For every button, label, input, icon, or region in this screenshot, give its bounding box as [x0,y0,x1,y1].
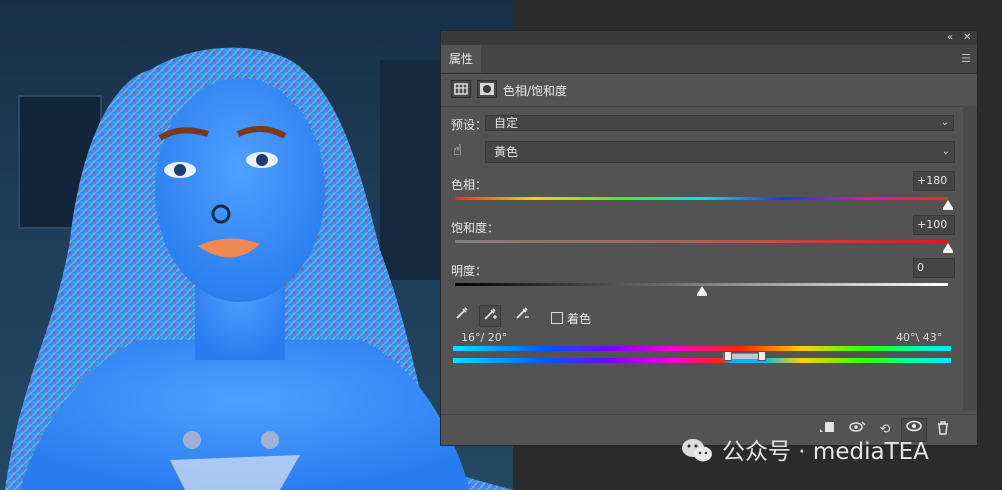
photo-canvas [0,0,513,490]
eyedropper-subtract-icon[interactable] [511,305,533,327]
photo-subject-woman [5,47,513,490]
output-color-bar [453,358,951,363]
eyedropper-add-icon[interactable] [479,305,501,327]
hue-label: 色相： [451,178,488,192]
saturation-label: 饱和度： [451,221,500,235]
panel-menu-icon[interactable]: ☰ [961,52,973,65]
lightness-slider-thumb[interactable] [696,286,707,296]
range-right-readout: 40°\ 43° [896,331,943,344]
saturation-value-input[interactable]: +100 [913,215,955,235]
range-handle-left[interactable] [724,351,732,361]
preset-value: 自定 [494,116,519,130]
lightness-value-input[interactable]: 0 [913,258,955,278]
chevron-down-icon: ⌄ [941,146,950,157]
range-handle-right[interactable] [758,351,766,361]
panel-tab-row: 属性 ☰ [441,45,977,74]
saturation-slider-thumb[interactable] [943,243,953,253]
close-icon[interactable]: ✕ [963,31,971,45]
hue-value-input[interactable]: +180 [913,171,955,191]
saturation-slider-track[interactable] [455,240,948,243]
range-left-readout: 16°/ 20° [461,331,508,344]
lightness-label: 明度： [451,264,488,278]
delete-icon[interactable] [933,420,953,440]
colorize-label: 着色 [567,312,592,326]
wechat-logo-icon [682,439,712,462]
targeted-adjustment-hand-icon[interactable]: ☝ [453,141,473,161]
layer-mask-icon[interactable] [477,80,497,98]
adjustment-type-icon[interactable] [451,80,471,98]
eyedropper-icon[interactable] [451,305,473,327]
adjustment-header: 色相/饱和度 [441,74,977,107]
hue-slider-thumb[interactable] [943,200,953,210]
panel-scrollbar[interactable] [963,106,977,411]
channel-dropdown[interactable]: 黄色 ⌄ [485,141,955,163]
input-color-bar [453,346,951,351]
panel-titlebar: « ✕ [441,31,977,45]
preset-dropdown[interactable]: 自定 ⌄ [485,115,954,131]
properties-panel: « ✕ 属性 ☰ 色相/饱和度 预设： 自定 ⌄ ☝ 黄色 ⌄ 色相： +180… [440,30,978,446]
hue-saturation-grid-icon [454,83,468,95]
double-chevron-left-icon[interactable]: « [947,31,953,45]
tab-properties[interactable]: 属性 [441,45,481,73]
watermark-text: 公众号 · mediaTEA [722,439,929,465]
channel-value: 黄色 [494,145,519,159]
preset-label: 预设： [451,118,488,132]
chevron-down-icon: ⌄ [940,117,949,128]
adjustment-title: 色相/饱和度 [503,84,568,98]
hue-slider-track[interactable] [455,197,948,200]
mask-circle-icon [480,83,494,95]
colorize-checkbox[interactable] [551,312,563,324]
